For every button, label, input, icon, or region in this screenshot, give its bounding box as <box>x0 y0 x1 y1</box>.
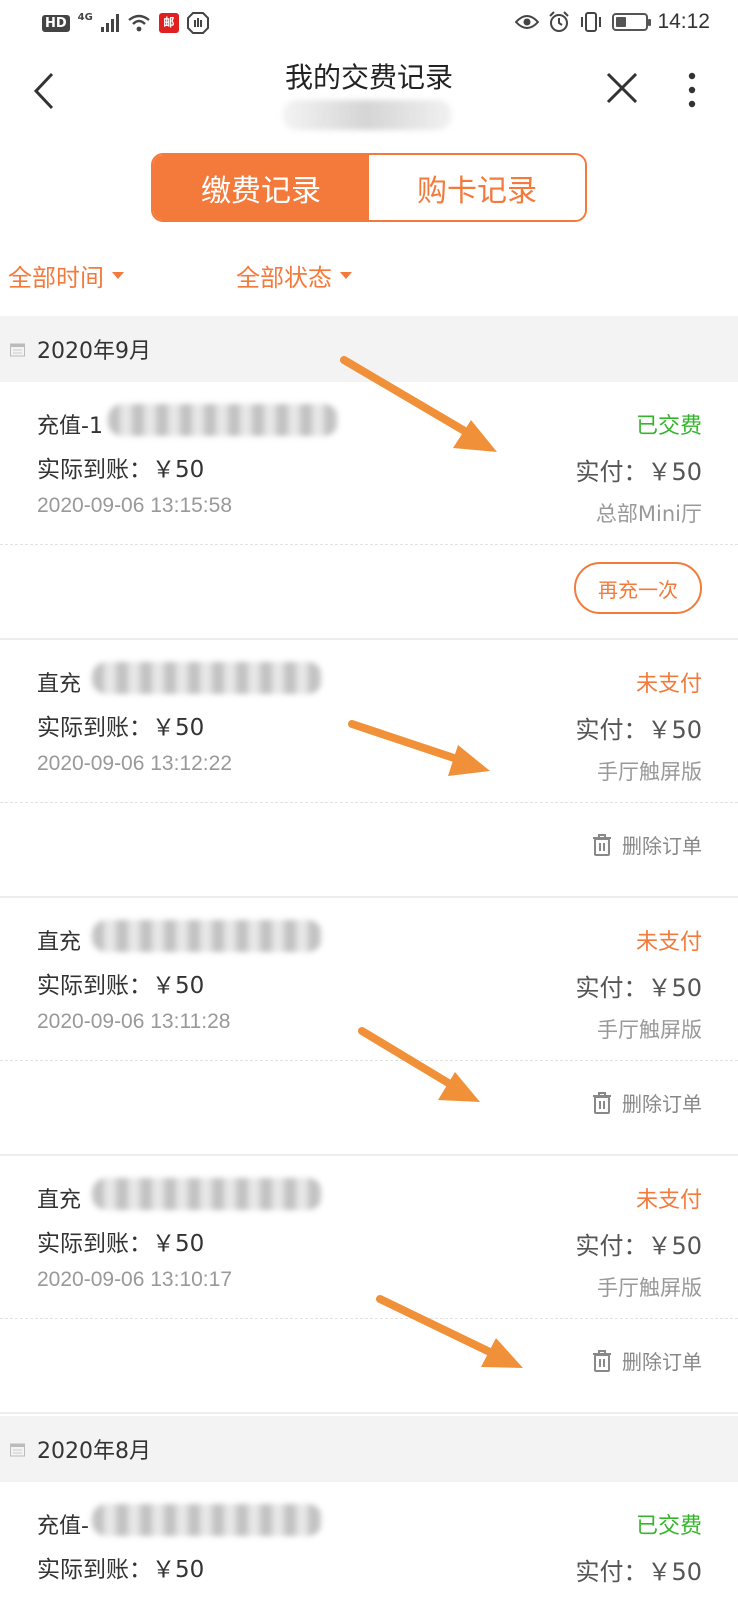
annotation-arrow-icon <box>376 1295 523 1368</box>
annotation-arrow-icon <box>340 356 497 452</box>
annotation-arrow-icon <box>348 720 490 776</box>
annotation-arrow-icon <box>358 1027 480 1102</box>
annotation-arrows <box>340 356 523 1368</box>
